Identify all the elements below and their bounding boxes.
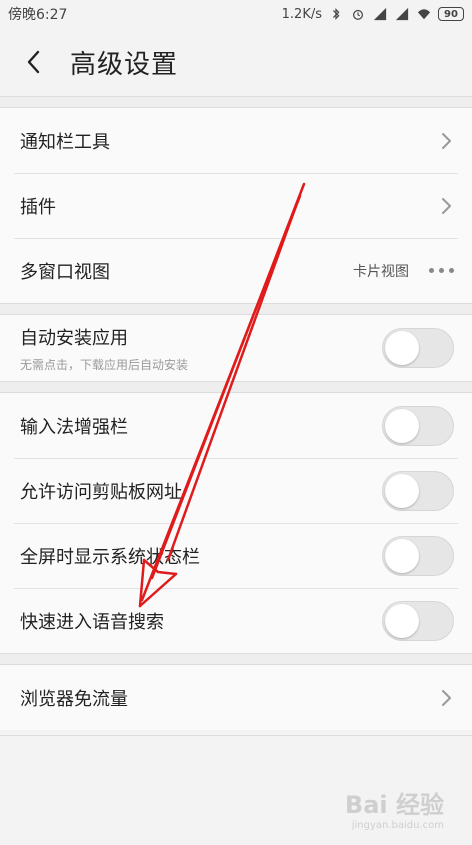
section-divider [0, 381, 472, 393]
setting-row-plugins[interactable]: 插件 [0, 173, 472, 238]
setting-row-free-traffic[interactable]: 浏览器免流量 [0, 665, 472, 730]
fullscreen-statusbar-toggle[interactable] [382, 535, 454, 576]
status-bar: 傍晚6:27 1.2K/s 90 [0, 0, 472, 28]
watermark-text: Bai 经验 [344, 791, 444, 819]
settings-group-tools: 通知栏工具 插件 多窗口视图 卡片视图 [0, 108, 472, 303]
ime-bar-toggle[interactable] [382, 405, 454, 446]
clipboard-url-toggle[interactable] [382, 470, 454, 511]
setting-row-notification-tools[interactable]: 通知栏工具 [0, 108, 472, 173]
settings-group-features: 输入法增强栏 允许访问剪贴板网址 全屏时显示系统状态栏 快速进入语音搜索 [0, 393, 472, 653]
wifi-icon [417, 9, 431, 20]
setting-label: 快速进入语音搜索 [20, 611, 164, 633]
setting-description: 无需点击，下载应用后自动安装 [20, 357, 189, 372]
status-icons: 1.2K/s 90 [282, 7, 464, 22]
section-divider [0, 96, 472, 108]
toggle-knob [385, 473, 419, 508]
section-divider [0, 303, 472, 315]
battery-icon: 90 [438, 7, 464, 21]
settings-group-install: 自动安装应用 无需点击，下载应用后自动安装 [0, 315, 472, 381]
toggle-knob [385, 331, 419, 365]
section-divider [0, 653, 472, 665]
chevron-left-icon [27, 50, 40, 74]
toggle-knob [385, 603, 419, 638]
setting-row-fullscreen-statusbar: 全屏时显示系统状态栏 [0, 523, 472, 588]
title-bar: 高级设置 [0, 28, 472, 96]
setting-label: 多窗口视图 [20, 261, 110, 283]
setting-label: 自动安装应用 [20, 327, 128, 349]
chevron-right-icon [442, 132, 451, 149]
setting-row-voice-search: 快速进入语音搜索 [0, 588, 472, 653]
setting-text: 自动安装应用 无需点击，下载应用后自动安装 [20, 324, 188, 373]
back-button[interactable] [18, 46, 50, 78]
signal-icon [373, 7, 387, 21]
toggle-knob [385, 408, 419, 443]
setting-label: 通知栏工具 [20, 131, 110, 153]
watermark-url: jingyan.baidu.com [351, 820, 444, 831]
bluetooth-icon [332, 8, 340, 20]
setting-row-multi-window[interactable]: 多窗口视图 卡片视图 [0, 238, 472, 303]
network-speed: 1.2K/s [281, 6, 322, 22]
toggle-knob [385, 538, 419, 573]
more-icon[interactable] [429, 268, 454, 273]
setting-label: 输入法增强栏 [20, 416, 128, 438]
status-time: 傍晚6:27 [8, 7, 68, 23]
setting-label: 浏览器免流量 [20, 688, 128, 710]
voice-search-toggle[interactable] [382, 600, 454, 641]
auto-install-toggle[interactable] [382, 328, 454, 368]
signal-icon-2 [395, 7, 409, 21]
setting-row-clipboard-url: 允许访问剪贴板网址 [0, 458, 472, 523]
page-title: 高级设置 [70, 49, 179, 80]
setting-row-auto-install[interactable]: 自动安装应用 无需点击，下载应用后自动安装 [0, 315, 472, 381]
setting-label: 全屏时显示系统状态栏 [20, 546, 200, 568]
chevron-right-icon [442, 689, 451, 706]
watermark-logo: Bai 经验 jingyan.baidu.com [345, 785, 444, 831]
chevron-right-icon [442, 197, 451, 214]
setting-row-ime-bar: 输入法增强栏 [0, 393, 472, 458]
alarm-icon [353, 9, 363, 20]
settings-group-traffic: 浏览器免流量 [0, 665, 472, 730]
setting-label: 插件 [20, 196, 56, 218]
setting-label: 允许访问剪贴板网址 [20, 481, 182, 503]
setting-value: 卡片视图 [353, 263, 409, 280]
setting-value-wrap: 卡片视图 [353, 261, 454, 281]
